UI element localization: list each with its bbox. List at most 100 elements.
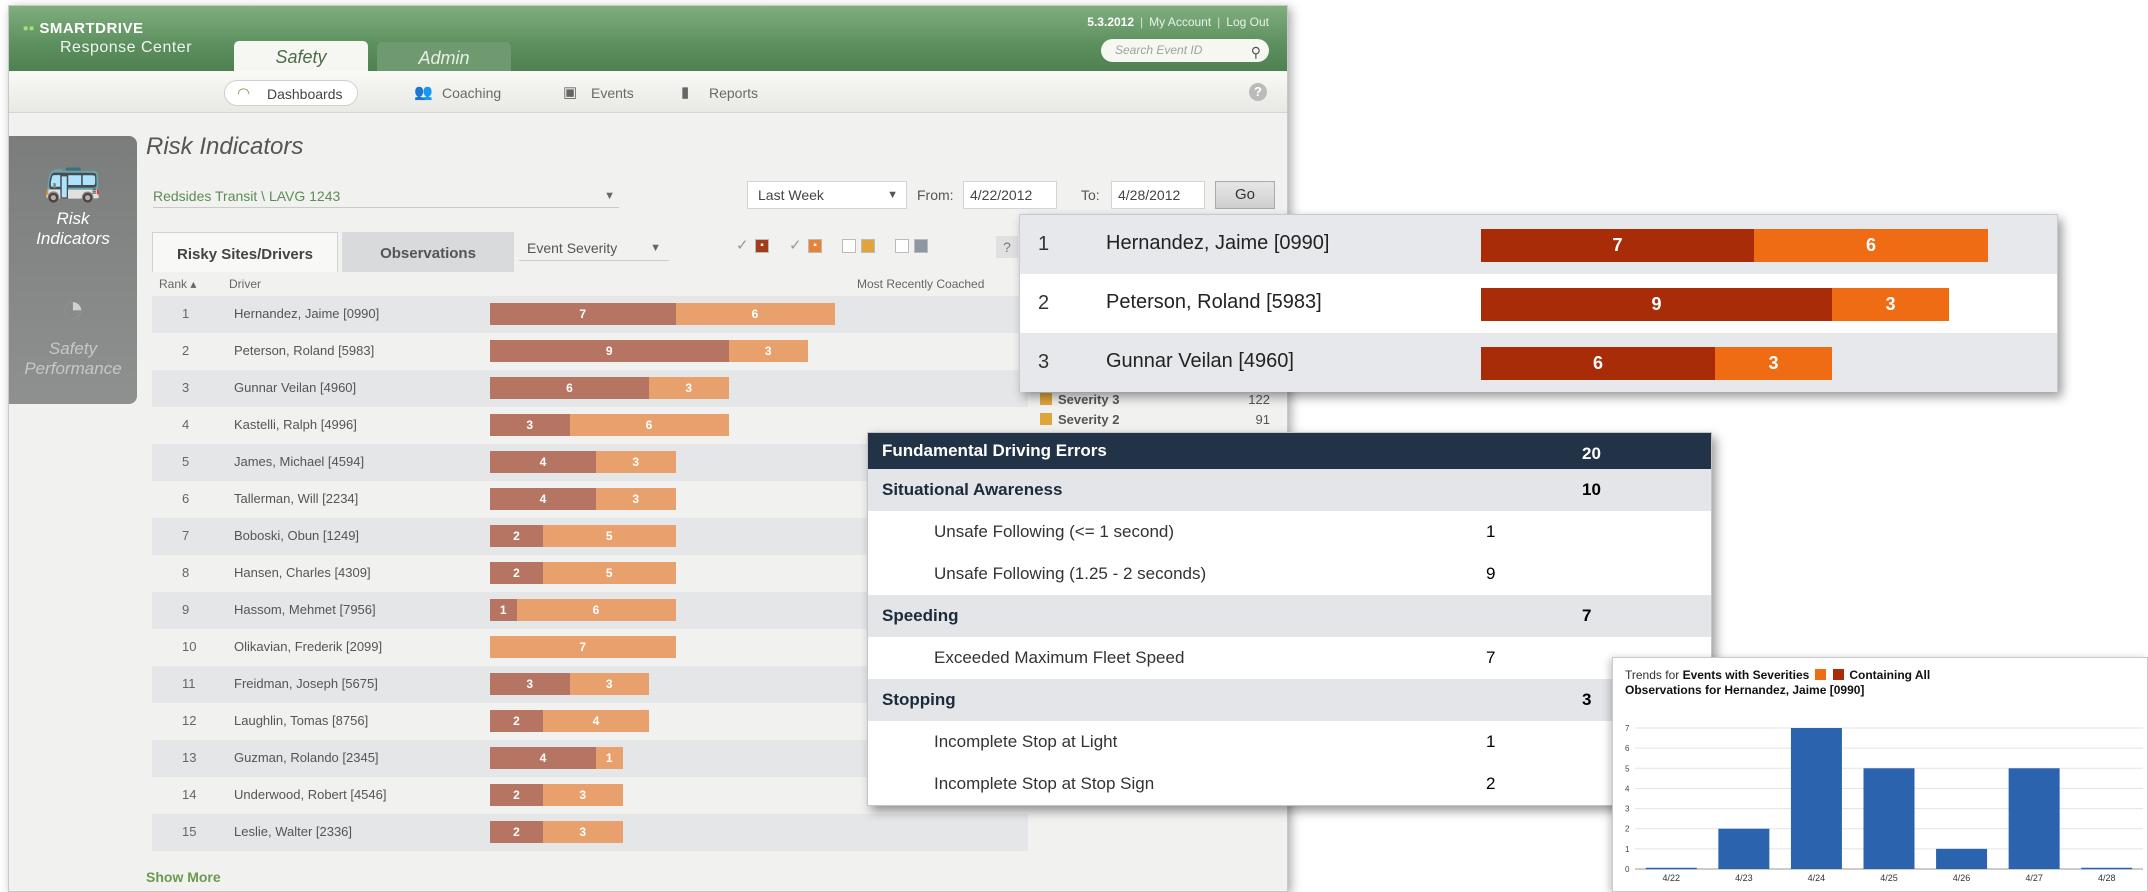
severity-1-segment: 3 (490, 673, 570, 695)
nav-coaching[interactable]: 👥 Coaching (414, 80, 501, 106)
driver-name[interactable]: Olikavian, Frederik [2099] (234, 639, 382, 654)
table-row[interactable]: 2 Peterson, Roland [5983] 9 3 (152, 333, 1028, 370)
observations-table: Fundamental Driving Errors 20 Situational … (867, 432, 1712, 806)
driver-name[interactable]: Laughlin, Tomas [8756] (234, 713, 368, 728)
to-label: To: (1081, 187, 1100, 203)
observation-row[interactable]: Incomplete Stop at Stop Sign 2 (868, 763, 1711, 805)
driver-name[interactable]: Gunnar Veilan [4960] (1106, 350, 1294, 373)
driver-name[interactable]: Tallerman, Will [2234] (234, 491, 358, 506)
driver-name[interactable]: Peterson, Roland [5983] (234, 343, 374, 358)
observation-group-header: Fundamental Driving Errors 20 (868, 433, 1711, 469)
driver-name[interactable]: Leslie, Walter [2336] (234, 824, 352, 839)
driver-name[interactable]: Gunnar Veilan [4960] (234, 380, 356, 395)
chart-bar (1790, 728, 1842, 869)
driver-name[interactable]: Underwood, Robert [4546] (234, 787, 386, 802)
observation-count: 20 (1582, 444, 1601, 463)
severity-3-checkbox[interactable] (842, 239, 856, 253)
driver-name[interactable]: Peterson, Roland [5983] (1106, 291, 1322, 314)
x-tick-label: 4/22 (1663, 873, 1681, 883)
zoomed-table-row[interactable]: 2 Peterson, Roland [5983] 9 3 (1020, 274, 2057, 333)
y-tick-label: 2 (1625, 825, 1630, 834)
driver-name[interactable]: Boboski, Obun [1249] (234, 528, 359, 543)
current-date: 5.3.2012 (1087, 15, 1135, 29)
driver-name[interactable]: Guzman, Rolando [2345] (234, 750, 379, 765)
severity-1-segment: 7 (1481, 229, 1754, 262)
go-button[interactable]: Go (1215, 181, 1275, 209)
zoomed-table-row[interactable]: 3 Gunnar Veilan [4960] 6 3 (1020, 333, 2057, 392)
severity-2-checkbox[interactable]: ✓ (789, 236, 802, 254)
top-links: 5.3.2012 | My Account | Log Out (1087, 15, 1269, 29)
table-row[interactable]: 1 Hernandez, Jaime [0990] 7 6 (152, 296, 1028, 333)
tab-admin[interactable]: Admin (377, 42, 511, 71)
rank-column-header[interactable]: Rank ▴ (159, 277, 196, 291)
to-date-input[interactable]: 4/28/2012 (1111, 181, 1205, 209)
x-tick-label: 4/26 (1953, 873, 1971, 883)
search-event-input[interactable]: Search Event ID ⚲ (1101, 39, 1269, 62)
table-row[interactable]: 15 Leslie, Walter [2336] 2 3 (152, 814, 1028, 851)
driver-name[interactable]: Hansen, Charles [4309] (234, 565, 371, 580)
tab-risky-sites-drivers[interactable]: Risky Sites/Drivers (152, 232, 338, 272)
rank-cell: 3 (182, 380, 190, 395)
driver-name[interactable]: Hernandez, Jaime [0990] (234, 306, 379, 321)
nav-dashboards[interactable]: ◠ Dashboards (224, 80, 358, 106)
from-date-input[interactable]: 4/22/2012 (963, 181, 1057, 209)
observation-row[interactable]: Incomplete Stop at Light 1 (868, 721, 1711, 763)
rank-cell: 14 (182, 787, 197, 802)
sidebar-item-risk-indicators[interactable]: 🚌 Risk Indicators (9, 140, 137, 268)
severity-1-segment: 6 (490, 377, 649, 399)
y-tick-label: 5 (1625, 764, 1630, 773)
observation-label: Situational Awareness (882, 480, 1063, 499)
coached-column-header[interactable]: Most Recently Coached (857, 277, 984, 291)
my-account-link[interactable]: My Account (1149, 15, 1211, 29)
help-button[interactable]: ? (996, 236, 1018, 258)
help-icon[interactable]: ? (1249, 83, 1267, 101)
observation-row[interactable]: Unsafe Following (1.25 - 2 seconds) 9 (868, 553, 1711, 595)
severity-2-segment: 6 (1754, 229, 1988, 262)
event-severity-select[interactable]: Event Severity ▼ (519, 235, 669, 261)
tab-observations[interactable]: Observations (342, 232, 514, 272)
zoomed-table-row[interactable]: 1 Hernandez, Jaime [0990] 7 6 (1020, 215, 2057, 274)
severity-4-checkbox[interactable] (895, 239, 909, 253)
severity-1-segment: 2 (490, 562, 543, 584)
rank-cell: 2 (1038, 292, 1050, 314)
severity-1-segment: 9 (490, 340, 729, 362)
observation-row[interactable]: Exceeded Maximum Fleet Speed 7 (868, 637, 1711, 679)
gauge-icon: ◔ (61, 288, 85, 330)
y-tick-label: 7 (1625, 724, 1630, 733)
rank-cell: 4 (182, 417, 190, 432)
legend-item: Severity 3 (1040, 392, 1119, 407)
driver-name[interactable]: Freidman, Joseph [5675] (234, 676, 378, 691)
site-select[interactable]: Redsides Transit \ LAVG 1243 ▼ (153, 184, 619, 208)
driver-name[interactable]: Kastelli, Ralph [4996] (234, 417, 357, 432)
y-tick-label: 6 (1625, 744, 1630, 753)
nav-events[interactable]: ▣ Events (563, 80, 634, 106)
observation-count: 7 (1582, 606, 1592, 625)
chart-bar (1718, 828, 1770, 869)
search-icon[interactable]: ⚲ (1251, 41, 1261, 64)
rank-cell: 12 (182, 713, 197, 728)
rank-cell: 13 (182, 750, 197, 765)
severity-1-segment: 2 (490, 784, 543, 806)
period-select[interactable]: Last Week ▼ (747, 181, 907, 209)
severity-1-checkbox[interactable]: ✓ (736, 236, 749, 254)
driver-name[interactable]: James, Michael [4594] (234, 454, 364, 469)
severity-1-segment: 1 (490, 599, 517, 621)
show-more-link[interactable]: Show More (146, 869, 221, 885)
severity-2-segment: 3 (1715, 347, 1832, 380)
observation-row[interactable]: Unsafe Following (<= 1 second) 1 (868, 511, 1711, 553)
driver-column-header[interactable]: Driver (229, 277, 261, 291)
tab-safety[interactable]: Safety (234, 41, 368, 71)
severity-2-segment: 3 (569, 673, 649, 695)
severity-1-segment: 2 (490, 525, 543, 547)
logout-link[interactable]: Log Out (1226, 15, 1269, 29)
sidebar-item-safety-performance[interactable]: ◔ Safety Performance (9, 284, 137, 402)
driver-name[interactable]: Hassom, Mehmet [7956] (234, 602, 376, 617)
driver-name[interactable]: Hernandez, Jaime [0990] (1106, 232, 1329, 255)
trend-chart-panel: Trends for Events with Severities Contai… (1612, 657, 2148, 892)
table-row[interactable]: 3 Gunnar Veilan [4960] 6 3 (152, 370, 1028, 407)
observation-count: 1 (1486, 732, 1496, 751)
rank-cell: 2 (182, 343, 190, 358)
severity-2-segment: 6 (516, 599, 676, 621)
nav-reports[interactable]: ▮ Reports (681, 80, 758, 106)
chevron-down-icon: ▼ (887, 189, 898, 201)
